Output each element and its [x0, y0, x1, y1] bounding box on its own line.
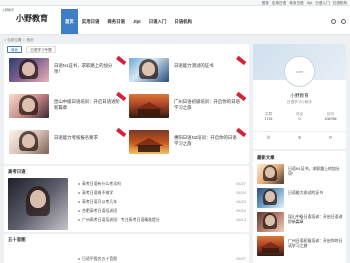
breadcrumb-home[interactable]: ⌂ 当前位置 — [4, 37, 22, 43]
nav-item-jlpt[interactable]: Jlpt — [129, 9, 145, 34]
profile-stats: 文章 1724 评论 0 访问 108786 — [253, 112, 346, 122]
list-item[interactable]: 日语平假名五十音图 06/27 — [78, 255, 246, 263]
latest-articles-panel: 最新文章 日语N1证书，求职路上的加分项！ 日语能力测试的证书 昆山中级日语培训… — [253, 151, 346, 263]
list-item-title[interactable]: 高考日语难不难学 — [82, 190, 113, 195]
profile-actions: ☰ ⊕ ✉ — [253, 131, 346, 143]
article-card[interactable]: 日语能力测试的证书 — [129, 55, 247, 84]
stat-visits: 访问 108786 — [315, 112, 346, 122]
search-icon[interactable] — [331, 19, 336, 24]
list-item-title[interactable]: 高考日语可以考几年 — [82, 199, 117, 204]
nav-item-home[interactable]: 首页 — [61, 9, 78, 34]
sidebar-thumbnail[interactable] — [257, 188, 284, 208]
list-item-date: 06/24 — [236, 190, 246, 195]
section-image[interactable] — [8, 178, 68, 230]
profile-desc: 日语学习小助手 — [286, 100, 313, 104]
site-logo-text[interactable]: 小野教育 — [16, 13, 48, 24]
section-kana: 五十音图 日语平假名五十音图 06/27 — [4, 234, 249, 263]
sidebar-thumbnail[interactable] — [257, 164, 284, 184]
article-title[interactable]: 日语能力测试的证书 — [174, 63, 240, 69]
profile-card: cover 小野教育 日语学习小助手 文章 1724 评论 0 访问 108786 ☰… — [253, 44, 346, 149]
article-title[interactable]: 昆山中级日语培训：开启日语进阶新篇章 — [54, 99, 120, 111]
article-thumbnail[interactable] — [129, 130, 169, 154]
article-card[interactable]: 日语N1证书，求职路上的加分项！ — [9, 55, 127, 84]
nav-item-intro[interactable]: 日语入门 — [145, 9, 171, 34]
list-item[interactable]: 合肥高考日语培训班 06/16 — [78, 206, 246, 215]
menu-icon[interactable]: ☰ — [253, 132, 284, 143]
sidebar-article[interactable]: 日语能力测试的证书 — [257, 188, 343, 210]
sidebar-article-title[interactable]: 昆山中级日语培训：开启日语进阶新篇章 — [288, 214, 343, 224]
article-card[interactable]: 昆山中级日语培训：开启日语进阶新篇章 — [9, 91, 127, 120]
list-item[interactable]: 高考日语可以考几年 06/23 — [78, 197, 246, 206]
section-heading: 五十音图 — [8, 237, 26, 242]
nav-item-business[interactable]: 商务日语 — [103, 9, 129, 34]
article-card[interactable]: 广州日语初级培训：开启你的日语学习之旅 — [129, 91, 247, 120]
article-thumbnail[interactable] — [9, 130, 49, 154]
article-thumbnail[interactable] — [129, 94, 169, 118]
list-item-title[interactable]: 广州高考日语培训班：专注高考日语精准提分 — [82, 217, 160, 222]
main-nav: 首页 实用日语 商务日语 Jlpt 日语入门 日语机构 — [61, 9, 196, 34]
sidebar-article-title[interactable]: 日语能力测试的证书 — [288, 190, 343, 195]
list-item-date: 06/16 — [236, 208, 246, 213]
tab-latest[interactable]: 最新 — [7, 46, 23, 53]
stat-comments: 评论 0 — [284, 112, 315, 122]
nav-item-agency[interactable]: 日语机构 — [170, 9, 196, 34]
sidebar-article[interactable]: 广州日语初级培训：开启你的日语学习之旅 — [257, 236, 343, 258]
sidebar-article[interactable]: 昆山中级日语培训：开启日语进阶新篇章 — [257, 212, 343, 234]
featured-tabs: 最新 日语学习专题 — [7, 46, 56, 53]
stat-value: 1724 — [264, 117, 273, 121]
section-list: 高考日语有什么考试吗 06/27 高考日语难不难学 06/24 高考日语可以考几年 0… — [78, 179, 246, 224]
stat-value: 0 — [298, 117, 301, 121]
tab-topic[interactable]: 日语学习专题 — [26, 46, 56, 53]
article-title[interactable]: 惠阳日语N2培训：开启你的日语学习之旅 — [174, 135, 240, 147]
list-item-date: 06/27 — [236, 181, 246, 186]
breadcrumb-current: 首页 — [26, 38, 34, 42]
list-item-title[interactable]: 合肥高考日语培训班 — [82, 208, 117, 213]
breadcrumb: ⌂ 当前位置 | 首页 — [4, 37, 34, 43]
article-card[interactable]: 日语能力考核报名要求 — [9, 127, 127, 156]
profile-name[interactable]: 小野教育 — [253, 93, 346, 99]
sidebar-heading: 最新文章 — [257, 155, 275, 160]
stat-articles: 文章 1724 — [253, 112, 284, 122]
article-thumbnail[interactable] — [129, 58, 169, 82]
site-header: 小野教育 小野教育 首页 实用日语 商务日语 Jlpt 日语入门 日语机构 — [0, 6, 350, 35]
list-item-date: 06/23 — [236, 199, 246, 204]
list-item[interactable]: 高考日语难不难学 06/24 — [78, 188, 246, 197]
mail-icon[interactable]: ✉ — [315, 132, 346, 143]
avatar[interactable]: cover — [284, 56, 315, 87]
featured-panel: 最新 日语学习专题 日语N1证书，求职路上的加分项！ 日语能力测试的证书 昆山中… — [4, 44, 249, 164]
globe-icon[interactable]: ⊕ — [284, 132, 315, 143]
list-item-date: 06/12 — [236, 217, 246, 222]
list-item-date: 06/27 — [236, 256, 246, 261]
section-gaokao: 高考日语 高考日语有什么考试吗 06/27 高考日语难不难学 06/24 高考日语可… — [4, 166, 249, 232]
sidebar-article[interactable]: 日语N1证书，求职路上的加分项！ — [257, 164, 343, 186]
list-item-title[interactable]: 日语平假名五十音图 — [82, 256, 117, 261]
article-thumbnail[interactable] — [9, 94, 49, 118]
sidebar-article-title[interactable]: 广州日语初级培训：开启你的日语学习之旅 — [288, 238, 343, 248]
article-title[interactable]: 广州日语初级培训：开启你的日语学习之旅 — [174, 99, 240, 111]
user-icon[interactable] — [341, 19, 346, 24]
list-item-title[interactable]: 高考日语有什么考试吗 — [82, 181, 121, 186]
section-heading: 高考日语 — [8, 169, 26, 174]
article-thumbnail[interactable] — [9, 58, 49, 82]
stat-value: 108786 — [324, 117, 337, 121]
nav-item-practical[interactable]: 实用日语 — [78, 9, 104, 34]
list-item[interactable]: 高考日语有什么考试吗 06/27 — [78, 179, 246, 188]
header-icons — [331, 19, 346, 24]
article-title[interactable]: 日语能力考核报名要求 — [54, 135, 120, 141]
sidebar-thumbnail[interactable] — [257, 236, 284, 256]
article-card[interactable]: 惠阳日语N2培训：开启你的日语学习之旅 — [129, 127, 247, 156]
article-title[interactable]: 日语N1证书，求职路上的加分项！ — [54, 63, 120, 75]
sidebar-article-title[interactable]: 日语N1证书，求职路上的加分项！ — [288, 166, 343, 176]
sidebar-thumbnail[interactable] — [257, 212, 284, 232]
list-item[interactable]: 广州高考日语培训班：专注高考日语精准提分 06/12 — [78, 215, 246, 224]
breadcrumb-separator: | — [23, 38, 25, 42]
logo-image[interactable]: 小野教育 — [2, 8, 14, 19]
